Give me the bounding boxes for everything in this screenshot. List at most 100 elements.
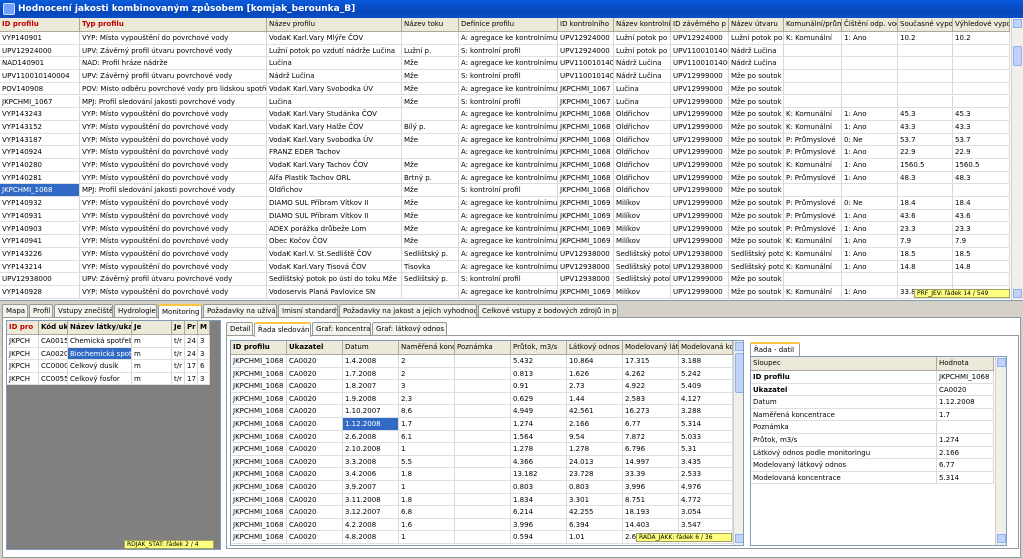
table-cell[interactable]: VYP140901: [0, 32, 80, 45]
table-cell[interactable]: 18.5: [898, 247, 953, 261]
table-cell[interactable]: UPV12999000: [671, 159, 729, 172]
table-cell[interactable]: P: Průmyslové: [784, 197, 842, 210]
tab-7[interactable]: Požadavky na jakost a jejich vyhodnocení: [339, 304, 477, 317]
table-cell[interactable]: Nádrž Lučina: [614, 70, 671, 83]
table-cell[interactable]: VYP: Místo vypouštění do povrchové vody: [80, 247, 267, 261]
table-cell[interactable]: 0.629: [511, 392, 567, 406]
table-cell[interactable]: Modelovaný látkový odnos: [751, 459, 937, 472]
table-cell[interactable]: [898, 70, 953, 83]
table-cell[interactable]: POV140908: [0, 82, 80, 96]
tab-2[interactable]: Vstupy znečištění: [54, 304, 113, 317]
table-cell[interactable]: A: agregace ke kontrolnímu p: [459, 197, 558, 210]
table-cell[interactable]: 3: [399, 380, 455, 393]
table-cell[interactable]: 1.8: [399, 468, 455, 481]
table-cell[interactable]: ADEX porážka drůbeže Lom: [267, 222, 402, 236]
table-cell[interactable]: Mže po soutok s: [729, 95, 784, 109]
table-cell[interactable]: JKPCHMI_1068: [231, 367, 287, 381]
table-cell[interactable]: [784, 95, 842, 109]
table-cell[interactable]: JKPCHMI_1068: [231, 443, 287, 456]
table-cell[interactable]: m: [132, 347, 172, 360]
table-cell[interactable]: UPV1100101400: [558, 70, 614, 83]
scroll-down-icon[interactable]: [735, 534, 743, 543]
column-header[interactable]: Název útvaru: [729, 18, 784, 32]
table-cell[interactable]: [953, 82, 1010, 96]
table-cell[interactable]: Datum: [751, 396, 937, 409]
table-cell[interactable]: [784, 273, 842, 286]
table-cell[interactable]: Alfa Plastik Tachov ORL: [267, 171, 402, 185]
column-header[interactable]: Sloupec: [751, 357, 937, 371]
table-cell[interactable]: [402, 286, 459, 299]
table-cell[interactable]: 1: Ano: [842, 260, 898, 274]
table-cell[interactable]: t/r: [172, 347, 185, 360]
table-cell[interactable]: Sedlištský potok: [614, 247, 671, 261]
table-cell[interactable]: DIAMO SUL Příbram Vítkov II: [267, 197, 402, 210]
table-cell[interactable]: UPV110010140004: [0, 70, 80, 83]
vertical-scrollbar[interactable]: [995, 357, 1006, 545]
table-cell[interactable]: Mže: [402, 184, 459, 198]
table-cell[interactable]: 3.3.2008: [343, 455, 399, 469]
table-cell[interactable]: VYP: Místo vypouštění do povrchové vody: [80, 222, 267, 236]
table-cell[interactable]: UPV: Závěrný profil útvaru povrchové vod…: [80, 273, 267, 286]
table-cell[interactable]: 4.8.2008: [343, 531, 399, 544]
table-cell[interactable]: 4.976: [679, 481, 733, 494]
table-cell[interactable]: 3.11.2008: [343, 493, 399, 507]
table-cell[interactable]: 6: [198, 360, 210, 373]
table-cell[interactable]: JKPCHMI_1069: [558, 286, 614, 299]
table-cell[interactable]: P: Průmyslové: [784, 209, 842, 223]
vertical-scrollbar[interactable]: [733, 341, 743, 545]
table-cell[interactable]: 3: [198, 347, 210, 360]
table-cell[interactable]: JKPCHMI_1068: [558, 159, 614, 172]
table-cell[interactable]: CA0020: [287, 405, 343, 418]
table-cell[interactable]: Nádrž Lučina: [267, 70, 402, 83]
table-cell[interactable]: UPV12999000: [671, 273, 729, 286]
table-cell[interactable]: A: agregace ke kontrolnímu p: [459, 235, 558, 248]
table-cell[interactable]: UPV12999000: [671, 222, 729, 236]
table-cell[interactable]: Oldřichov: [614, 108, 671, 121]
table-cell[interactable]: 1: [399, 443, 455, 456]
table-cell[interactable]: 0: Ne: [842, 133, 898, 147]
table-cell[interactable]: 6.8: [399, 506, 455, 519]
table-cell[interactable]: CA0020: [287, 430, 343, 444]
table-cell[interactable]: [842, 82, 898, 96]
table-cell[interactable]: Lučina: [267, 95, 402, 109]
table-cell[interactable]: 1: Ano: [842, 247, 898, 261]
table-cell[interactable]: 1.7.2008: [343, 367, 399, 381]
table-cell[interactable]: 22.9: [898, 146, 953, 159]
table-cell[interactable]: [953, 95, 1010, 109]
table-cell[interactable]: 22.9: [953, 146, 1010, 159]
table-cell[interactable]: 3.054: [679, 506, 733, 519]
table-cell[interactable]: Mže po soutok s: [729, 146, 784, 159]
table-cell[interactable]: [953, 273, 1010, 286]
table-cell[interactable]: 1: Ano: [842, 222, 898, 236]
table-cell[interactable]: CA0020: [287, 367, 343, 381]
table-cell[interactable]: 0: Ne: [842, 197, 898, 210]
table-cell[interactable]: 1.6: [399, 518, 455, 532]
column-header[interactable]: Pr: [185, 321, 198, 335]
table-cell[interactable]: 45.3: [953, 108, 1010, 121]
table-cell[interactable]: 10.864: [567, 355, 623, 368]
table-cell[interactable]: 2.166: [937, 446, 994, 460]
table-cell[interactable]: A: agregace ke kontrolnímu p: [459, 32, 558, 45]
table-cell[interactable]: Mže po soutok s: [729, 184, 784, 198]
table-cell[interactable]: 53.7: [953, 133, 1010, 147]
table-cell[interactable]: Milíkov: [614, 222, 671, 236]
table-cell[interactable]: 45.3: [898, 108, 953, 121]
table-cell[interactable]: 13.182: [511, 468, 567, 481]
tab-1[interactable]: Profil: [29, 304, 53, 317]
table-cell[interactable]: CC0055: [39, 372, 68, 385]
table-cell[interactable]: Mže po soutok s: [729, 133, 784, 147]
table-cell[interactable]: 1560.5: [953, 159, 1010, 172]
table-cell[interactable]: Nádrž Lučina: [729, 57, 784, 71]
table-cell[interactable]: 5.242: [679, 367, 733, 381]
table-cell[interactable]: Obec Kočov ČOV: [267, 235, 402, 248]
table-cell[interactable]: 5.314: [679, 418, 733, 431]
table-cell[interactable]: 4.262: [623, 367, 679, 381]
table-cell[interactable]: Mže: [402, 70, 459, 83]
table-cell[interactable]: [842, 95, 898, 109]
table-cell[interactable]: Poznámka: [751, 421, 937, 434]
table-cell[interactable]: JKPCHMI_1068: [937, 371, 994, 384]
table-cell[interactable]: Mže po soutok s: [729, 108, 784, 121]
table-cell[interactable]: UPV12938000: [671, 260, 729, 274]
table-cell[interactable]: 18.4: [898, 197, 953, 210]
table-cell[interactable]: Látkový odnos podle monitoringu: [751, 446, 937, 460]
